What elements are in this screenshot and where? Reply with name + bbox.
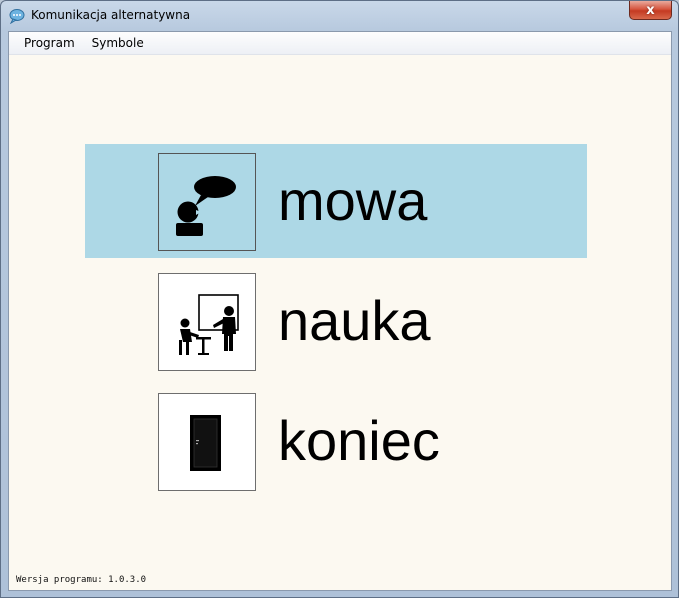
option-nauka-label: nauka (278, 289, 431, 352)
option-koniec[interactable]: koniec (85, 384, 587, 498)
menu-symbole[interactable]: Symbole (84, 33, 153, 53)
client-area: Program Symbole mowa nauka koniec Wersja… (8, 31, 672, 591)
close-button[interactable]: x (629, 1, 672, 20)
title-bar[interactable]: Komunikacja alternatywna x (1, 1, 678, 31)
option-koniec-picture (158, 393, 256, 491)
close-icon: x (646, 2, 655, 18)
menu-bar: Program Symbole (9, 32, 671, 55)
app-speech-bubble-icon (9, 9, 25, 24)
option-mowa-picture (158, 153, 256, 251)
option-mowa[interactable]: mowa (85, 144, 587, 258)
option-koniec-label: koniec (278, 409, 440, 472)
option-nauka-picture (158, 273, 256, 371)
classroom-teacher-icon (179, 294, 239, 355)
door-icon (190, 415, 221, 471)
app-window: Komunikacja alternatywna x Program Symbo… (0, 0, 679, 598)
option-mowa-label: mowa (278, 169, 428, 232)
speaking-person-icon (176, 176, 236, 236)
menu-program[interactable]: Program (16, 33, 84, 53)
version-text: Wersja programu: 1.0.3.0 (16, 575, 147, 585)
option-nauka[interactable]: nauka (85, 264, 587, 378)
window-title: Komunikacja alternatywna (31, 8, 191, 22)
